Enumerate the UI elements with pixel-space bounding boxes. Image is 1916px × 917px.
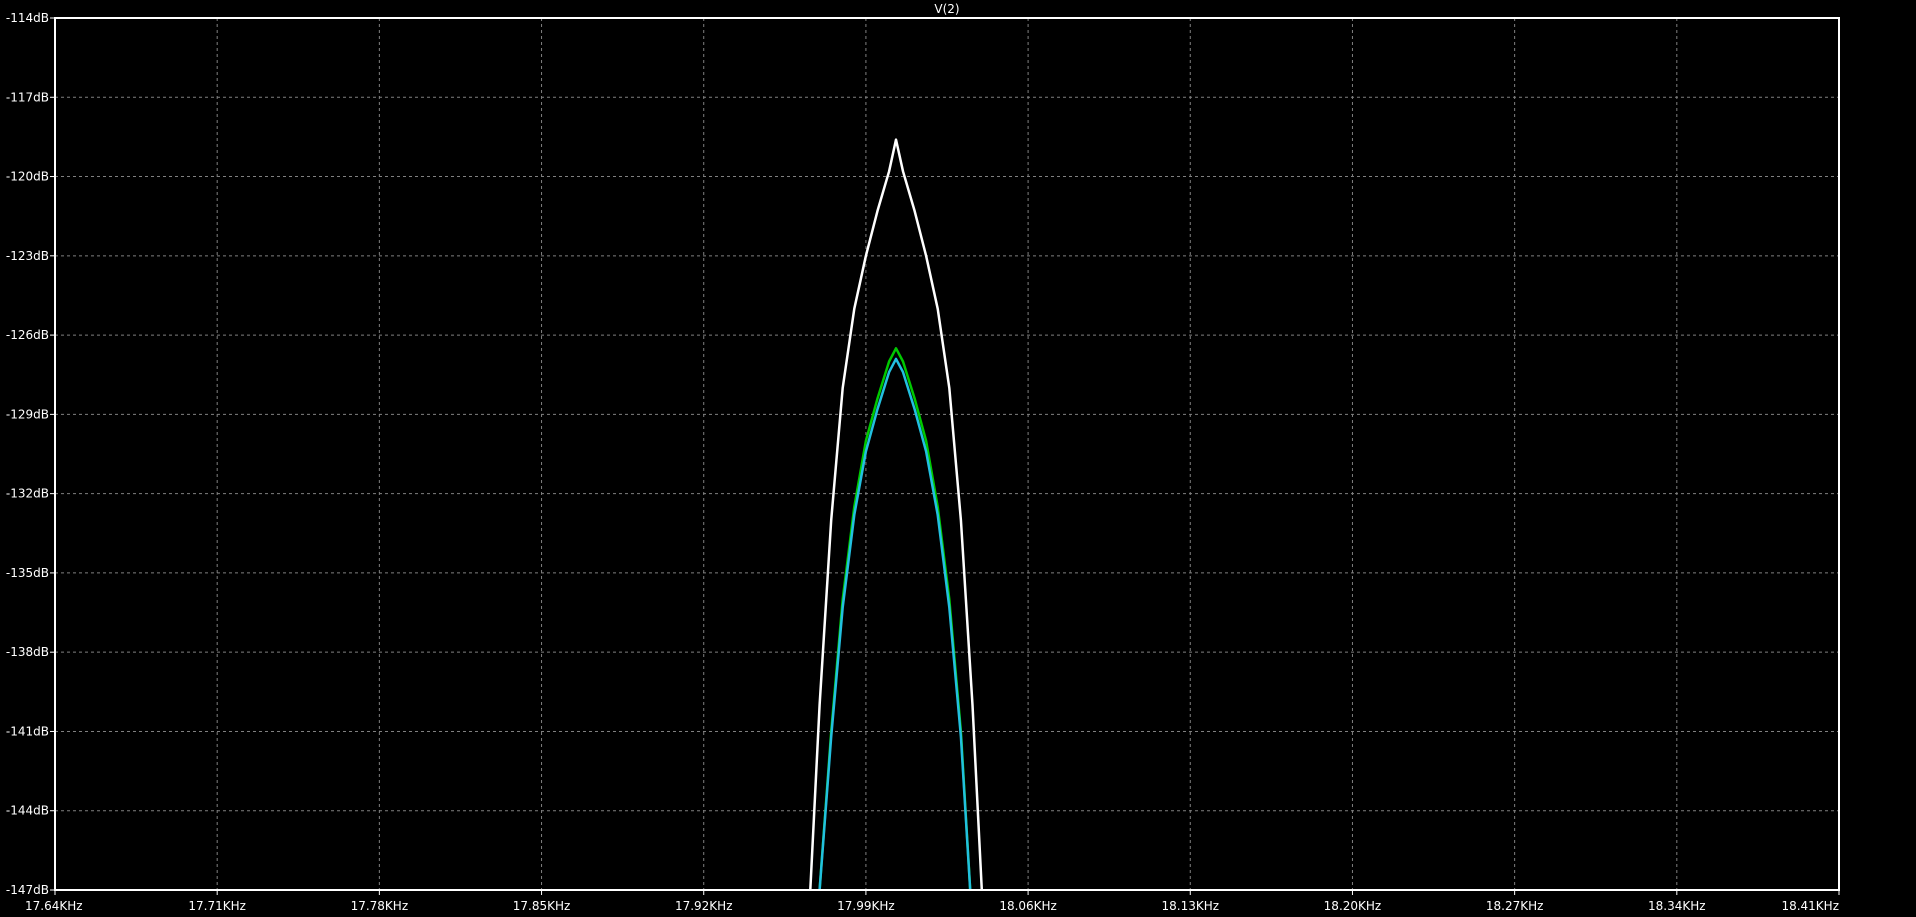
y-tick-label: -117dB <box>6 90 49 104</box>
y-tick-label: -114dB <box>6 11 49 25</box>
traces <box>809 138 984 891</box>
x-tick-label: 17.64KHz <box>25 899 83 913</box>
y-tick-label: -120dB <box>6 170 49 184</box>
x-tick-label: 18.06KHz <box>999 899 1057 913</box>
grid-lines <box>55 18 1839 890</box>
x-axis-ticks: 17.64KHz 17.71KHz 17.78KHz 17.85KHz 17.92KHz… <box>25 890 1840 913</box>
plot-frame <box>54 17 1840 891</box>
plot-area[interactable]: V(2) 17.64KHz 17.71KHz 17.78KHz 17.85KHz 17.… <box>0 0 1916 917</box>
x-tick-label: 17.92KHz <box>675 899 733 913</box>
y-tick-label: -141dB <box>6 724 49 738</box>
x-tick-label: 17.85KHz <box>513 899 571 913</box>
y-tick-label: -132dB <box>6 487 49 501</box>
series-line-1 <box>809 138 984 891</box>
y-tick-label: -123dB <box>6 249 49 263</box>
y-axis-ticks: -114dB -117dB -120dB -123dB -126dB -129dB -132… <box>6 11 55 897</box>
x-tick-label: 18.20KHz <box>1324 899 1382 913</box>
y-tick-label: -144dB <box>6 804 49 818</box>
x-tick-label: 18.41KHz <box>1781 899 1839 913</box>
y-tick-label: -135dB <box>6 566 49 580</box>
y-tick-label: -138dB <box>6 645 49 659</box>
y-tick-label: -147dB <box>6 883 49 897</box>
y-tick-label: -129dB <box>6 407 49 421</box>
x-tick-label: 17.99KHz <box>837 899 895 913</box>
x-tick-label: 18.13KHz <box>1161 899 1219 913</box>
x-tick-label: 18.27KHz <box>1486 899 1544 913</box>
x-tick-label: 17.71KHz <box>188 899 246 913</box>
y-tick-label: -126dB <box>6 328 49 342</box>
x-tick-label: 17.78KHz <box>351 899 409 913</box>
chart-title: V(2) <box>934 2 959 16</box>
x-tick-label: 18.34KHz <box>1648 899 1706 913</box>
